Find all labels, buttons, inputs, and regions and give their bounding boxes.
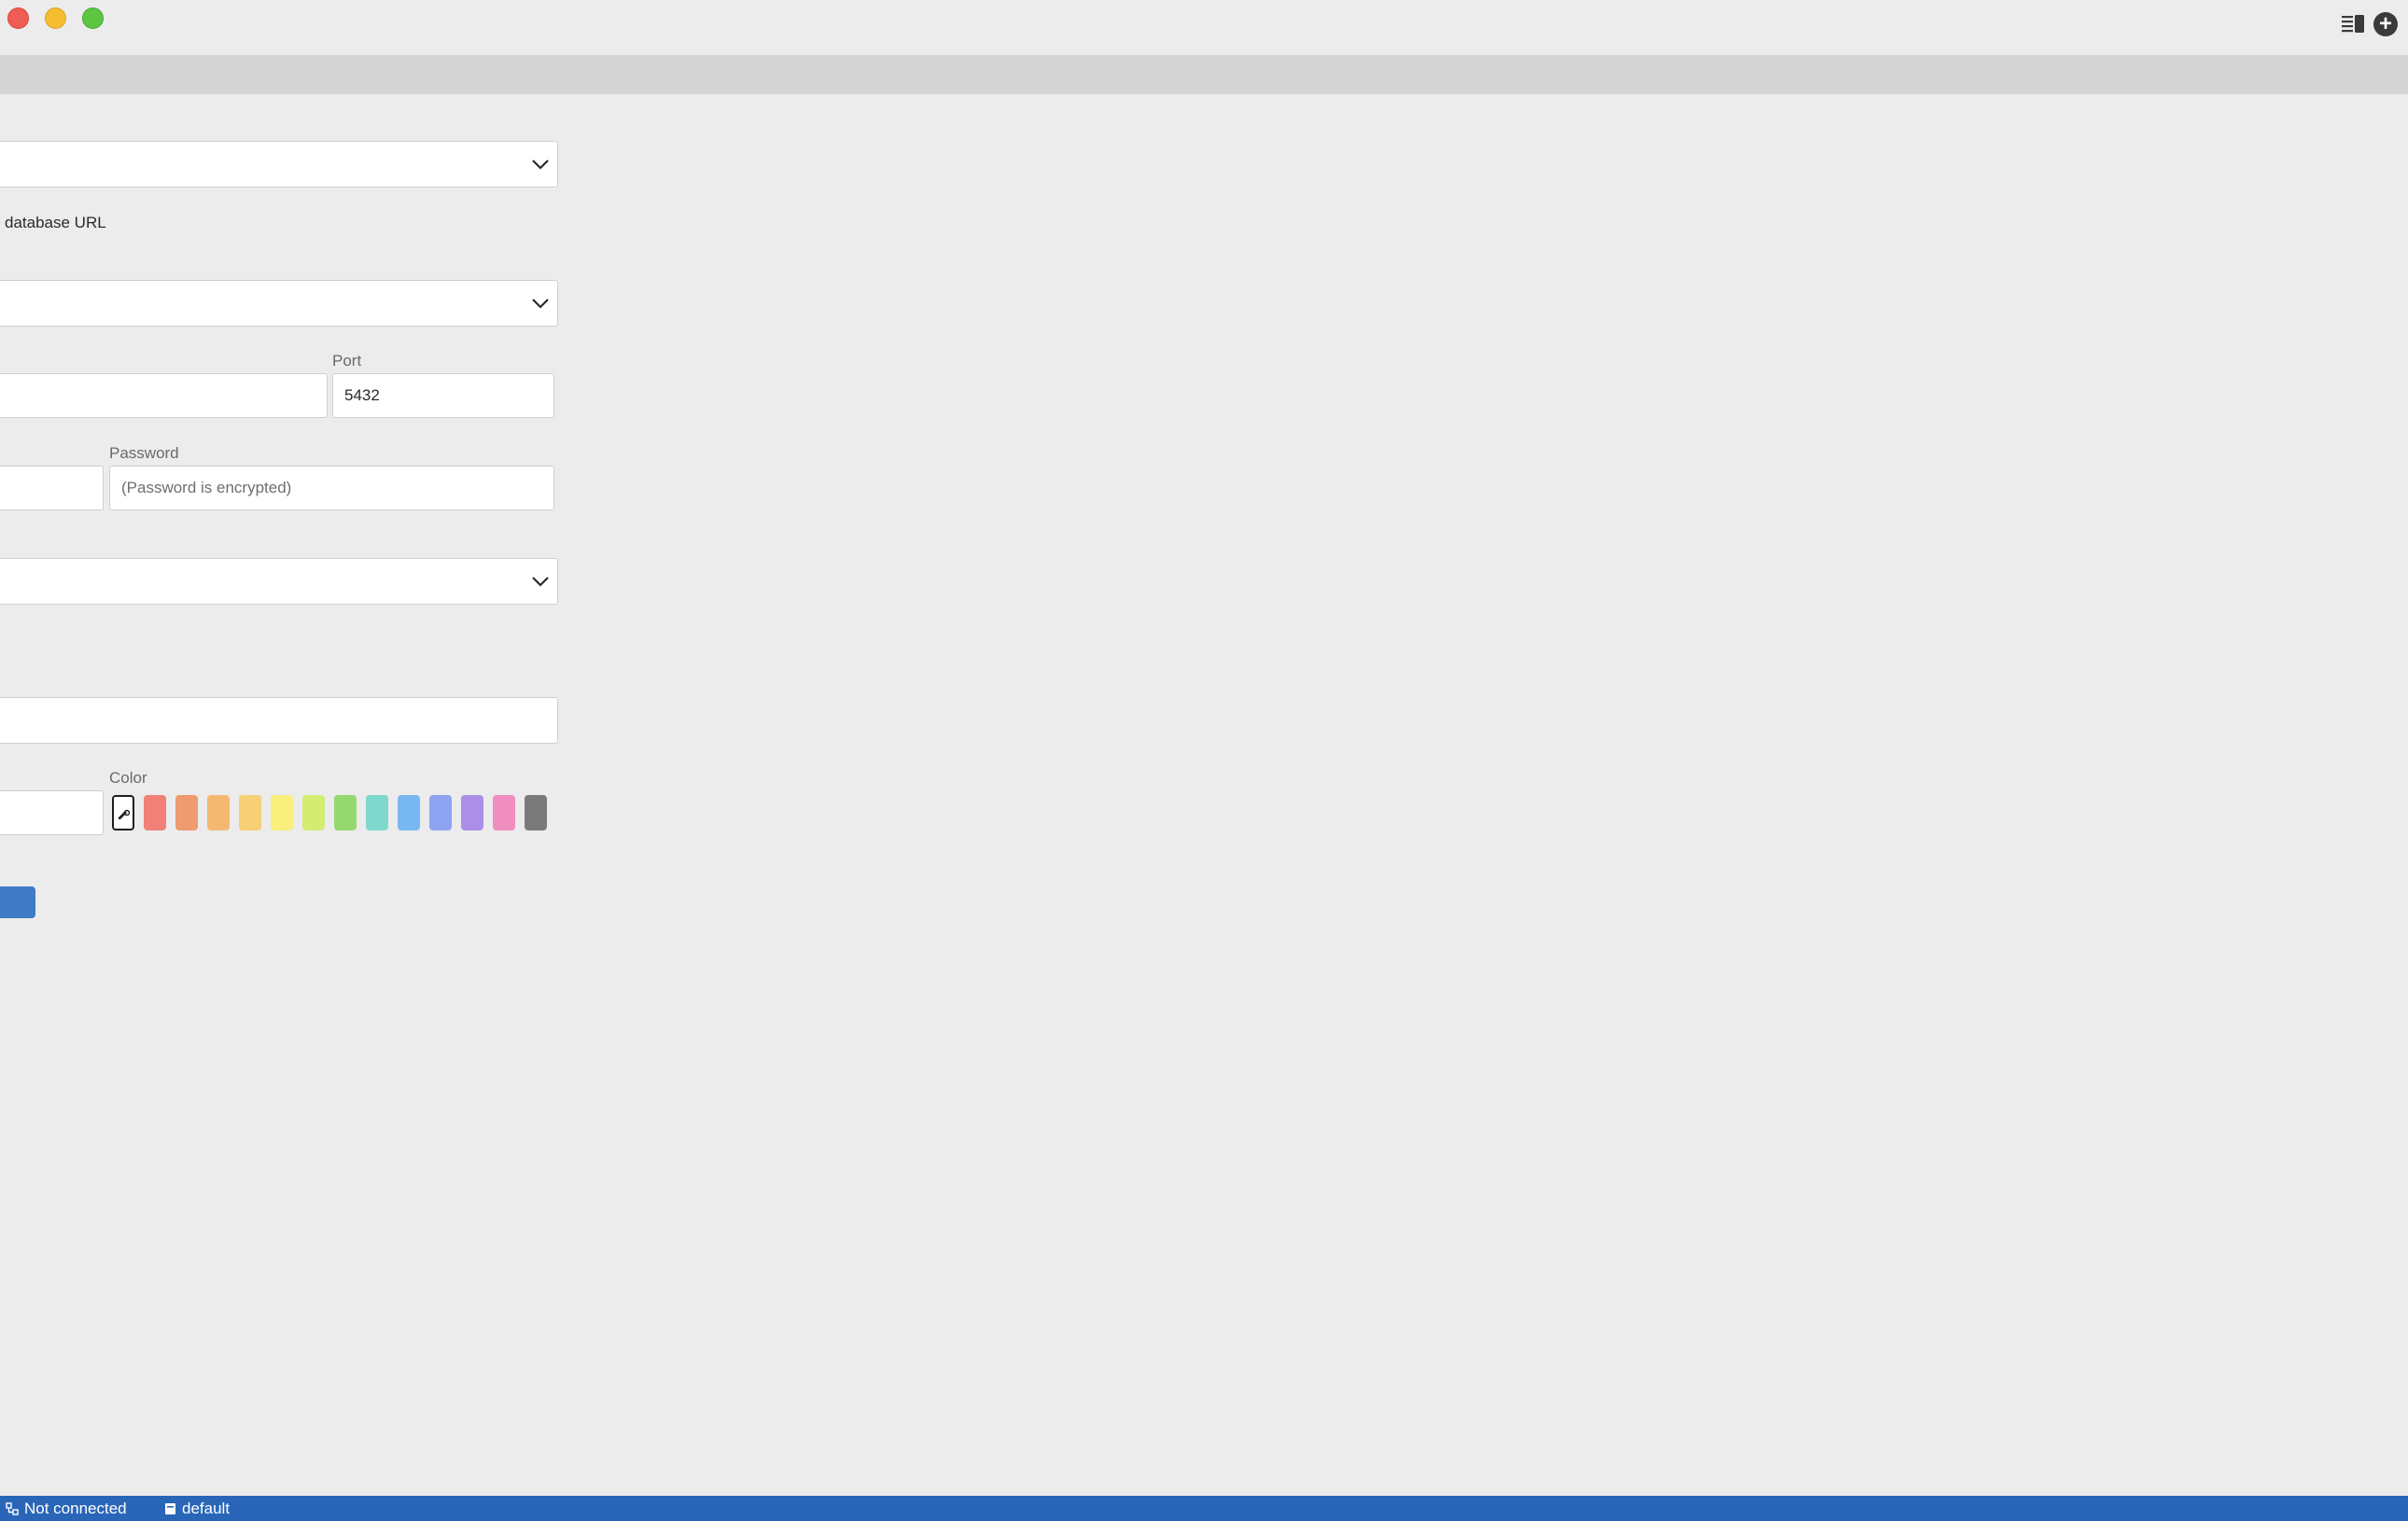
password-input[interactable]: (Password is encrypted) bbox=[109, 466, 554, 510]
color-swatch[interactable] bbox=[302, 795, 325, 830]
title-bar: + bbox=[0, 0, 2408, 55]
close-window-button[interactable] bbox=[7, 7, 29, 29]
minimize-window-button[interactable] bbox=[45, 7, 66, 29]
color-swatch[interactable] bbox=[398, 795, 420, 830]
default-database-input[interactable] bbox=[0, 697, 558, 744]
user-input[interactable] bbox=[0, 466, 104, 510]
save-connection-button[interactable] bbox=[0, 886, 35, 918]
status-bar: Not connected default bbox=[0, 1496, 2408, 1521]
password-label: Password bbox=[109, 444, 179, 462]
database-url-option[interactable]: database URL bbox=[5, 214, 106, 232]
host-input[interactable] bbox=[0, 373, 328, 418]
app-window: + database URL Port 5432 Password (Passw… bbox=[0, 0, 2408, 1521]
color-swatch-none[interactable] bbox=[112, 795, 134, 830]
chevron-down-icon bbox=[532, 160, 549, 170]
connection-type-select[interactable] bbox=[0, 141, 558, 188]
workspace-status[interactable]: default bbox=[164, 1496, 230, 1521]
network-icon bbox=[6, 1501, 19, 1515]
sidebar-toggle-icon[interactable] bbox=[2341, 13, 2365, 34]
connection-status-text: Not connected bbox=[24, 1499, 127, 1517]
password-placeholder: (Password is encrypted) bbox=[121, 479, 292, 496]
ssl-mode-select[interactable] bbox=[0, 558, 558, 605]
color-swatch[interactable] bbox=[207, 795, 230, 830]
connection-name-input[interactable] bbox=[0, 790, 104, 835]
database-icon bbox=[165, 1502, 175, 1514]
color-label: Color bbox=[109, 769, 147, 787]
database-type-select[interactable] bbox=[0, 280, 558, 327]
port-input[interactable]: 5432 bbox=[332, 373, 554, 418]
color-swatch[interactable] bbox=[271, 795, 293, 830]
maximize-window-button[interactable] bbox=[82, 7, 104, 29]
color-swatch[interactable] bbox=[366, 795, 388, 830]
add-connection-button[interactable]: + bbox=[2373, 12, 2398, 36]
color-swatch[interactable] bbox=[175, 795, 198, 830]
tab-bar bbox=[0, 55, 2408, 94]
color-swatch[interactable] bbox=[461, 795, 483, 830]
plus-icon: + bbox=[2378, 11, 2392, 36]
color-swatch[interactable] bbox=[429, 795, 452, 830]
eyedropper-icon bbox=[119, 809, 131, 819]
port-value: 5432 bbox=[344, 386, 380, 404]
connection-status[interactable]: Not connected bbox=[6, 1496, 127, 1521]
color-swatch[interactable] bbox=[493, 795, 515, 830]
color-swatch[interactable] bbox=[239, 795, 261, 830]
color-swatch[interactable] bbox=[144, 795, 166, 830]
port-label: Port bbox=[332, 352, 362, 370]
workspace-status-text: default bbox=[182, 1499, 231, 1517]
color-swatch[interactable] bbox=[334, 795, 357, 830]
chevron-down-icon bbox=[532, 577, 549, 587]
chevron-down-icon bbox=[532, 299, 549, 309]
color-swatch[interactable] bbox=[525, 795, 547, 830]
